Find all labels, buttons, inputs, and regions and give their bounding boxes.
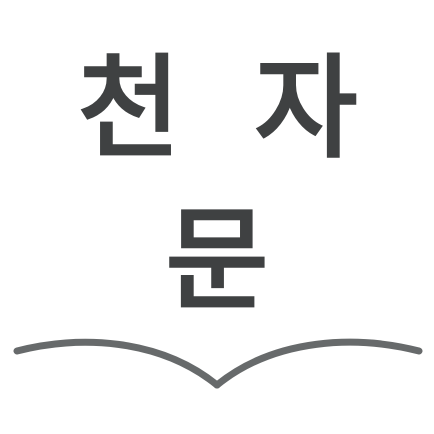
- open-book-left-page-line: [13, 338, 221, 389]
- title-char-mun: 문: [165, 196, 269, 326]
- open-book-right-page-line: [213, 338, 423, 389]
- cheonjamun-app-icon: 천 자 문: [0, 0, 434, 434]
- title-char-ja: 자: [254, 44, 358, 174]
- open-book-icon: [13, 338, 423, 389]
- title-char-cheon: 천: [77, 44, 181, 174]
